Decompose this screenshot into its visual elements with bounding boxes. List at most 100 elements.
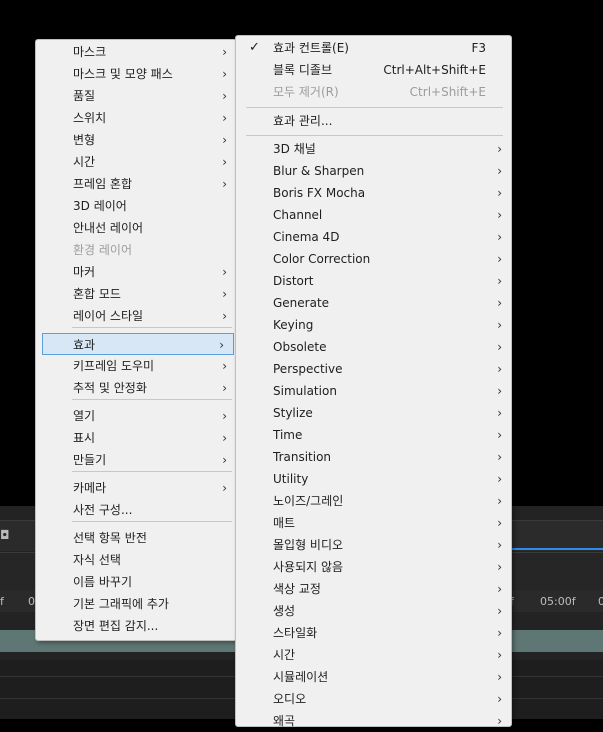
effect-category-item[interactable]: 매트 › (236, 512, 511, 534)
chevron-right-icon: › (222, 431, 227, 445)
effect-category-item[interactable]: Transition › (236, 446, 511, 468)
effect-category-item[interactable]: 색상 교정 › (236, 578, 511, 600)
menu-item[interactable]: 키프레임 도우미 › (36, 355, 236, 377)
menu-item-label: 카메라 (73, 481, 107, 495)
menu-item-label: 이름 바꾸기 (73, 575, 133, 589)
menu-item[interactable]: 사전 구성... (36, 499, 236, 521)
effect-category-item[interactable]: Color Correction › (236, 248, 511, 270)
manage-effects-item[interactable]: 효과 관리... (236, 110, 511, 132)
effect-category-item[interactable]: 스타일화 › (236, 622, 511, 644)
menu-item-label: 스위치 (73, 111, 107, 125)
effect-category-item[interactable]: 오디오 › (236, 688, 511, 710)
menu-item[interactable]: 카메라 › (36, 477, 236, 499)
effect-category-label: 매트 (273, 516, 296, 530)
menu-item-label: 추적 및 안정화 (73, 381, 147, 395)
effect-category-label: Transition (273, 450, 332, 464)
chevron-right-icon: › (497, 164, 502, 178)
menu-item[interactable]: 변형 › (36, 129, 236, 151)
chevron-right-icon: › (497, 670, 502, 684)
menu-item[interactable]: 시간 › (36, 151, 236, 173)
menu-item[interactable]: 효과 › (42, 333, 234, 355)
effect-category-item[interactable]: 사용되지 않음 › (236, 556, 511, 578)
menu-item[interactable]: 스위치 › (36, 107, 236, 129)
chevron-right-icon: › (497, 626, 502, 640)
menu-separator (246, 107, 503, 108)
effect-category-item[interactable]: Obsolete › (236, 336, 511, 358)
effect-category-item[interactable]: Channel › (236, 204, 511, 226)
chevron-right-icon: › (497, 472, 502, 486)
menu-item[interactable]: 기본 그래픽에 추가 (36, 593, 236, 615)
ruler-label: 0 (598, 595, 603, 608)
chevron-right-icon: › (222, 155, 227, 169)
menu-item[interactable]: 선택 항목 반전 (36, 527, 236, 549)
effect-category-label: 3D 채널 (273, 142, 316, 156)
menu-item[interactable]: 프레임 혼합 › (36, 173, 236, 195)
effect-category-item[interactable]: 노이즈/그레인 › (236, 490, 511, 512)
effect-category-item[interactable]: 시간 › (236, 644, 511, 666)
effects-menu-item-label: 효과 컨트롤(E) (273, 41, 349, 55)
chevron-right-icon: › (497, 274, 502, 288)
effect-category-label: Blur & Sharpen (273, 164, 365, 178)
effect-category-item[interactable]: Generate › (236, 292, 511, 314)
menu-item[interactable]: 혼합 모드 › (36, 283, 236, 305)
effect-category-item[interactable]: Distort › (236, 270, 511, 292)
effect-category-item[interactable]: Boris FX Mocha › (236, 182, 511, 204)
menu-item-label: 마커 (73, 265, 96, 279)
chevron-right-icon: › (497, 648, 502, 662)
effect-category-item[interactable]: Utility › (236, 468, 511, 490)
camera-icon[interactable]: ◘ (0, 528, 10, 542)
effect-category-item[interactable]: 시뮬레이션 › (236, 666, 511, 688)
chevron-right-icon: › (497, 186, 502, 200)
menu-item[interactable]: 마커 › (36, 261, 236, 283)
menu-item[interactable]: 장면 편집 감지... (36, 615, 236, 637)
effects-menu-item[interactable]: ✓ 효과 컨트롤(E) F3 (236, 37, 511, 59)
menu-item[interactable]: 3D 레이어 (36, 195, 236, 217)
chevron-right-icon: › (497, 582, 502, 596)
menu-item[interactable]: 마스크 › (36, 41, 236, 63)
menu-item[interactable]: 레이어 스타일 › (36, 305, 236, 327)
checkmark-icon: ✓ (249, 40, 260, 55)
effect-category-item[interactable]: Blur & Sharpen › (236, 160, 511, 182)
effect-category-label: 노이즈/그레인 (273, 494, 344, 508)
effect-category-label: Keying (273, 318, 314, 332)
effect-category-item[interactable]: 생성 › (236, 600, 511, 622)
effect-category-item[interactable]: Perspective › (236, 358, 511, 380)
effect-category-item[interactable]: 3D 채널 › (236, 138, 511, 160)
menu-item-label: 열기 (73, 409, 96, 423)
keyboard-shortcut: Ctrl+Alt+Shift+E (383, 63, 486, 77)
chevron-right-icon: › (222, 481, 227, 495)
effect-category-item[interactable]: 몰입형 비디오 › (236, 534, 511, 556)
menu-item-label: 키프레임 도우미 (73, 359, 155, 373)
menu-item[interactable]: 표시 › (36, 427, 236, 449)
chevron-right-icon: › (497, 714, 502, 728)
effects-menu-item[interactable]: 블록 디졸브 Ctrl+Alt+Shift+E (236, 59, 511, 81)
menu-item-label: 품질 (73, 89, 96, 103)
menu-item[interactable]: 안내선 레이어 (36, 217, 236, 239)
effect-category-item[interactable]: Keying › (236, 314, 511, 336)
chevron-right-icon: › (222, 45, 227, 59)
menu-item[interactable]: 품질 › (36, 85, 236, 107)
timeline-accent-bar (510, 548, 603, 550)
menu-item-label: 안내선 레이어 (73, 221, 144, 235)
effect-category-item[interactable]: 왜곡 › (236, 710, 511, 732)
menu-item-label: 사전 구성... (73, 503, 133, 517)
effect-category-item[interactable]: Cinema 4D › (236, 226, 511, 248)
menu-item[interactable]: 열기 › (36, 405, 236, 427)
menu-item-label: 표시 (73, 431, 96, 445)
menu-item[interactable]: 마스크 및 모양 패스 › (36, 63, 236, 85)
chevron-right-icon: › (497, 296, 502, 310)
menu-item[interactable]: 만들기 › (36, 449, 236, 471)
chevron-right-icon: › (497, 604, 502, 618)
menu-item[interactable]: 자식 선택 (36, 549, 236, 571)
chevron-right-icon: › (497, 450, 502, 464)
chevron-right-icon: › (497, 560, 502, 574)
menu-item-label: 선택 항목 반전 (73, 531, 147, 545)
menu-item[interactable]: 추적 및 안정화 › (36, 377, 236, 399)
chevron-right-icon: › (497, 494, 502, 508)
effect-category-item[interactable]: Time › (236, 424, 511, 446)
effect-category-item[interactable]: Stylize › (236, 402, 511, 424)
effect-category-item[interactable]: Simulation › (236, 380, 511, 402)
effect-category-label: 사용되지 않음 (273, 560, 344, 574)
layer-context-menu: 마스크 › 마스크 및 모양 패스 › 품질 › 스위치 › 변형 › 시간 › 프레임 혼합 › 3D 레… (35, 39, 237, 641)
menu-item[interactable]: 이름 바꾸기 (36, 571, 236, 593)
